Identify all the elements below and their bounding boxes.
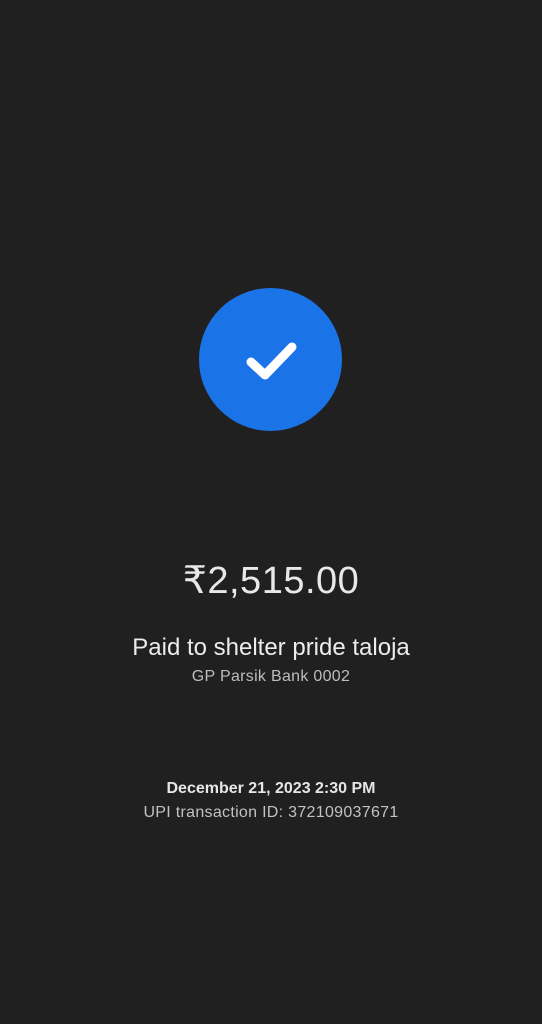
payment-amount: ₹2,515.00 (182, 560, 360, 602)
checkmark-icon (246, 342, 296, 379)
transaction-datetime: December 21, 2023 2:30 PM (166, 780, 376, 797)
transaction-id: UPI transaction ID: 372109037671 (143, 804, 399, 821)
bank-account: GP Parsik Bank 0002 (191, 668, 351, 685)
payment-success-screen: ₹2,515.00 Paid to shelter pride taloja G… (0, 0, 542, 1024)
payee-name: Paid to shelter pride taloja (132, 634, 410, 661)
success-badge (199, 288, 342, 431)
